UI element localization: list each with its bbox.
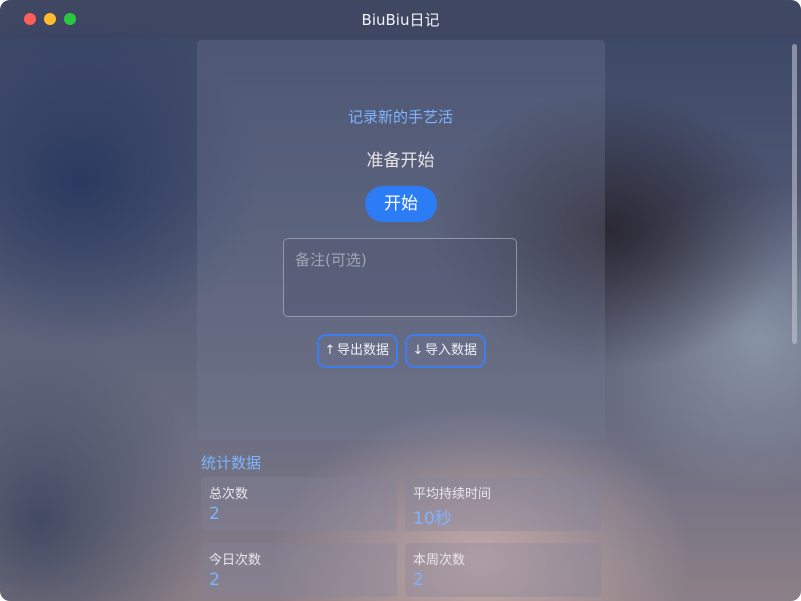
- arrow-up-icon: ↑: [324, 343, 336, 358]
- title-bar[interactable]: BiuBiu日记: [0, 0, 801, 38]
- app-window: BiuBiu日记 记录新的手艺活 准备开始 开始 ↑导出数据 ↓导入数据 统计数…: [0, 0, 801, 601]
- stat-value: 2: [209, 504, 220, 524]
- import-data-button[interactable]: ↓ 导入数据: [405, 334, 486, 368]
- stat-value: 2: [413, 570, 424, 590]
- record-section-title: 记录新的手艺活: [347, 108, 453, 126]
- export-data-label: 导出数据: [337, 343, 390, 358]
- arrow-down-icon: ↓: [412, 343, 424, 358]
- stat-card-today-count: 今日次数 2: [201, 543, 397, 597]
- stat-card-average-duration: 平均持续时间 10秒: [405, 477, 601, 531]
- vertical-scrollbar[interactable]: [790, 40, 799, 600]
- stat-value: 10秒: [413, 509, 452, 529]
- window-title: BiuBiu日记: [361, 11, 440, 29]
- export-data-button[interactable]: ↑ 导出数据: [317, 334, 398, 368]
- scrollbar-thumb[interactable]: [792, 44, 797, 344]
- stat-label: 总次数: [209, 487, 249, 502]
- stat-card-week-count: 本周次数 2: [405, 543, 601, 597]
- stat-label: 本周次数: [413, 553, 466, 568]
- import-data-label: 导入数据: [425, 343, 478, 358]
- stat-label: 今日次数: [209, 553, 262, 568]
- stat-label: 平均持续时间: [413, 487, 492, 502]
- stat-card-total-count: 总次数 2: [201, 477, 397, 531]
- stat-value: 2: [209, 570, 220, 590]
- stats-section-title: 统计数据: [201, 454, 262, 472]
- start-button[interactable]: 开始: [365, 186, 437, 222]
- status-text: 准备开始: [366, 151, 435, 171]
- notes-input[interactable]: [283, 238, 517, 317]
